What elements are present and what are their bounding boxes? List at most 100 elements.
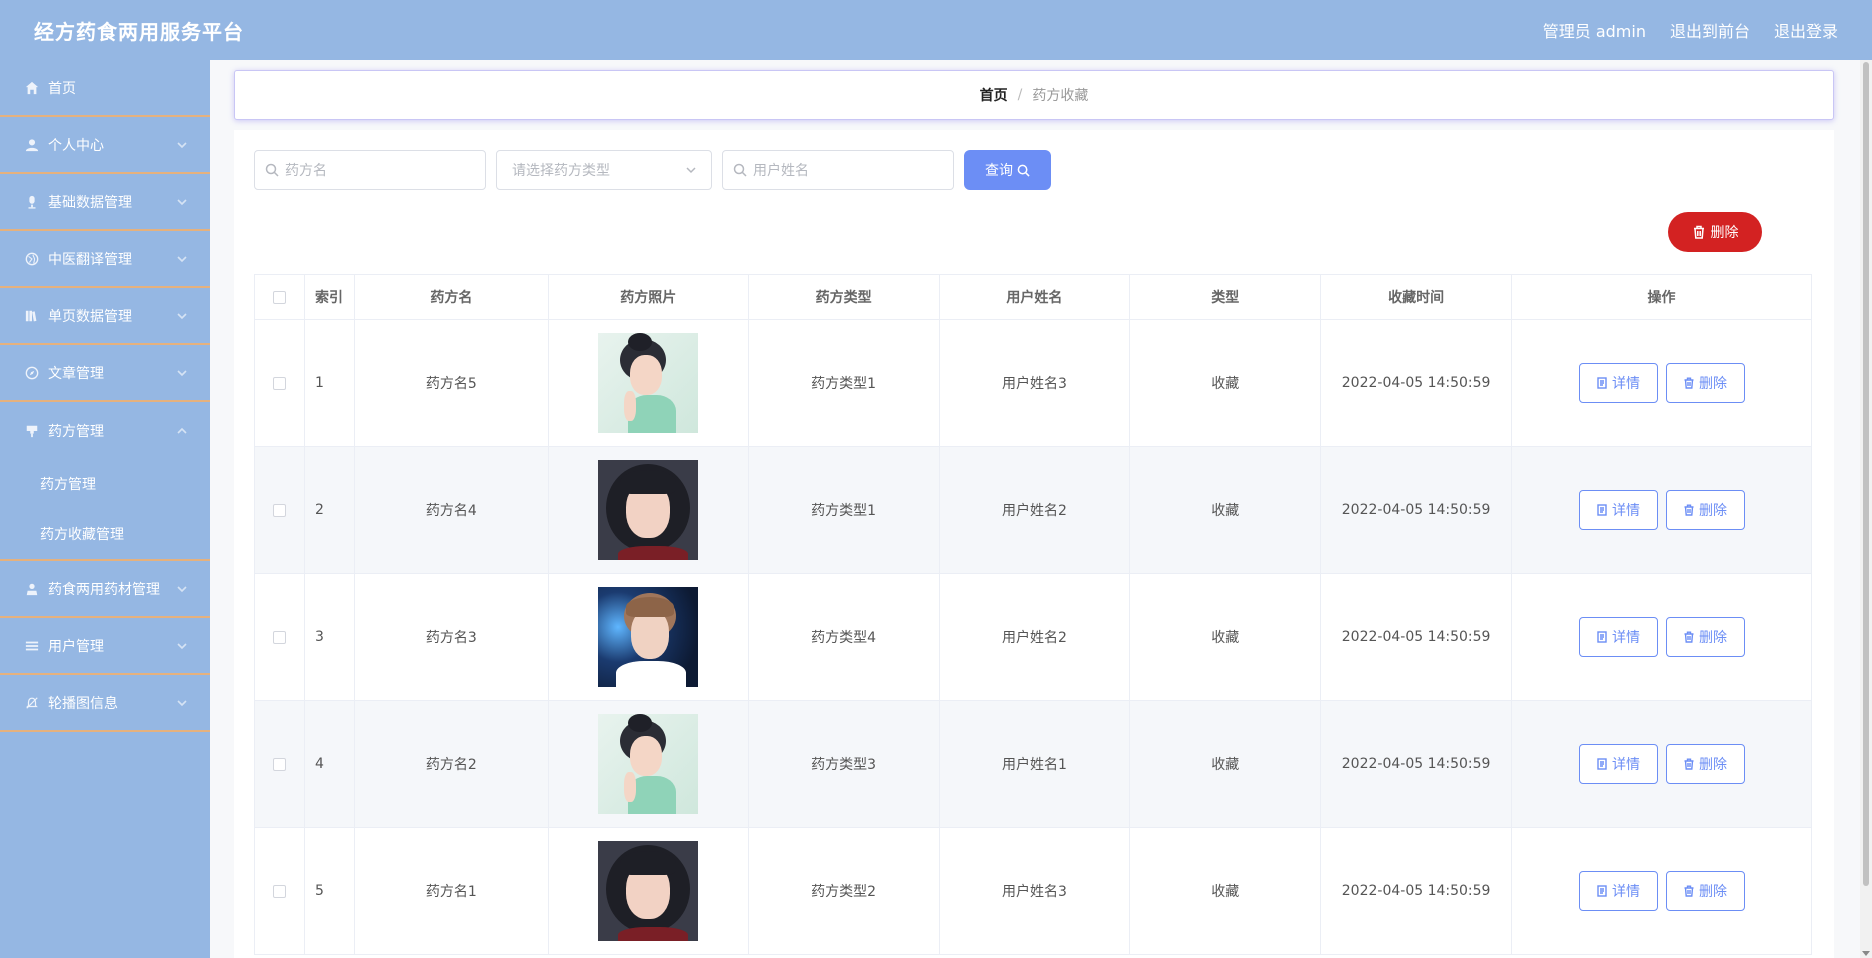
detail-button[interactable]: 详情 (1578, 363, 1658, 403)
search-icon (733, 163, 747, 177)
trash-icon (1684, 758, 1694, 770)
user-name-placeholder: 用户姓名 (753, 163, 809, 179)
app-title: 经方药食两用服务平台 (34, 19, 244, 44)
header-kind: 类型 (1129, 274, 1322, 320)
detail-button[interactable]: 详情 (1578, 490, 1658, 530)
document-icon (1597, 758, 1607, 770)
prescription-photo[interactable] (598, 460, 699, 560)
row-actions: 详情 删除 (1511, 700, 1812, 828)
row-index: 1 (303, 319, 355, 447)
detail-button[interactable]: 详情 (1578, 744, 1658, 784)
delete-button[interactable]: 删除 (1665, 363, 1745, 403)
batch-delete-button[interactable]: 删除 (1668, 212, 1762, 252)
sidebar-item-carousel[interactable]: 轮播图信息 (0, 675, 210, 732)
to-front-link[interactable]: 退出到前台 (1670, 18, 1750, 42)
submenu-item-favorites[interactable]: 药方收藏管理 (0, 509, 210, 559)
menu-icon (24, 638, 40, 654)
row-photo-cell (547, 319, 749, 447)
row-kind: 收藏 (1129, 319, 1322, 447)
prescription-name-input[interactable]: 药方名 (254, 150, 486, 190)
query-button-label: 查询 (985, 163, 1013, 179)
sidebar-item-users[interactable]: 用户管理 (0, 618, 210, 675)
chevron-down-icon (176, 367, 188, 379)
document-icon (1597, 885, 1607, 897)
user-name-input[interactable]: 用户姓名 (722, 150, 954, 190)
detail-button-label: 详情 (1612, 630, 1641, 646)
row-kind: 收藏 (1129, 700, 1322, 828)
header-type: 药方类型 (747, 274, 940, 320)
logout-link[interactable]: 退出登录 (1774, 18, 1838, 42)
row-checkbox[interactable] (272, 757, 286, 771)
row-index: 2 (303, 446, 355, 574)
row-kind: 收藏 (1129, 827, 1322, 955)
sidebar-item-label: 轮播图信息 (48, 695, 118, 712)
prescription-photo[interactable] (598, 714, 699, 814)
sidebar-item-prescription[interactable]: 药方管理 (0, 402, 210, 459)
row-checkbox[interactable] (272, 630, 286, 644)
row-user: 用户姓名3 (938, 319, 1131, 447)
sidebar-item-profile[interactable]: 个人中心 (0, 117, 210, 174)
sidebar-item-translation[interactable]: 中医翻译管理 (0, 231, 210, 288)
delete-button-label: 删除 (1699, 376, 1728, 392)
sidebar-item-single-page[interactable]: 单页数据管理 (0, 288, 210, 345)
delete-button[interactable]: 删除 (1665, 871, 1745, 911)
sidebar-item-label: 药食两用药材管理 (48, 581, 160, 598)
prescription-submenu: 药方管理 药方收藏管理 (0, 459, 210, 561)
header-time: 收藏时间 (1320, 274, 1513, 320)
header-index: 索引 (303, 274, 355, 320)
chevron-down-icon (686, 167, 696, 174)
row-checkbox[interactable] (272, 503, 286, 517)
row-kind: 收藏 (1129, 573, 1322, 701)
sidebar-item-basic-data[interactable]: 基础数据管理 (0, 174, 210, 231)
row-photo-cell (547, 827, 749, 955)
sidebar-item-label: 药方管理 (48, 423, 104, 440)
row-photo-cell (547, 446, 749, 574)
scroll-down-arrow-icon[interactable] (1862, 951, 1870, 956)
delete-button-label: 删除 (1699, 757, 1728, 773)
query-button[interactable]: 查询 (964, 150, 1051, 190)
admin-label: 管理员 admin (1542, 22, 1646, 41)
submenu-item-prescription[interactable]: 药方管理 (0, 459, 210, 509)
main-content: 首页 / 药方收藏 药方名 请选择药方类型 用户姓名 查询 删除 索引 药方名 … (210, 60, 1860, 958)
row-checkbox[interactable] (272, 376, 286, 390)
select-all-checkbox[interactable] (272, 290, 286, 304)
brush-icon (24, 423, 40, 439)
sidebar-item-herbs[interactable]: 药食两用药材管理 (0, 561, 210, 618)
prescription-photo[interactable] (598, 587, 699, 687)
breadcrumb-separator: / (1017, 87, 1023, 103)
row-select-cell (254, 827, 305, 955)
chevron-down-icon (176, 196, 188, 208)
trash-icon (1684, 631, 1694, 643)
header-actions: 管理员 admin 退出到前台 退出登录 (1543, 18, 1838, 42)
breadcrumb-home[interactable]: 首页 (980, 85, 1008, 105)
select-all-cell (254, 274, 305, 320)
page-scrollbar[interactable] (1860, 60, 1872, 958)
row-photo-cell (547, 573, 749, 701)
detail-button-label: 详情 (1612, 376, 1641, 392)
sidebar-item-label: 首页 (48, 80, 76, 97)
prescription-photo[interactable] (598, 333, 699, 433)
prescription-photo[interactable] (598, 841, 699, 941)
delete-button[interactable]: 删除 (1665, 744, 1745, 784)
delete-button[interactable]: 删除 (1665, 617, 1745, 657)
table-row: 4 药方名2 药方类型3 用户姓名1 收藏 2022-04-05 14:50:5… (254, 700, 1812, 828)
detail-button[interactable]: 详情 (1578, 871, 1658, 911)
row-type: 药方类型1 (747, 319, 940, 447)
mic-icon (24, 194, 40, 210)
delete-button-label: 删除 (1699, 630, 1728, 646)
sidebar-item-label: 用户管理 (48, 638, 104, 655)
sidebar-item-label: 文章管理 (48, 365, 104, 382)
scrollbar-thumb[interactable] (1863, 62, 1869, 886)
batch-delete-label: 删除 (1710, 225, 1739, 241)
row-type: 药方类型1 (747, 446, 940, 574)
detail-button[interactable]: 详情 (1578, 617, 1658, 657)
sidebar: 首页 个人中心 基础数据管理 中医翻译管理 单页数据管理 文章管理 药方管理 药… (0, 60, 210, 958)
row-checkbox[interactable] (272, 884, 286, 898)
chevron-down-icon (176, 253, 188, 265)
user-icon (24, 137, 40, 153)
sidebar-item-articles[interactable]: 文章管理 (0, 345, 210, 402)
prescription-type-select[interactable]: 请选择药方类型 (496, 150, 712, 190)
delete-button[interactable]: 删除 (1665, 490, 1745, 530)
table-row: 2 药方名4 药方类型1 用户姓名2 收藏 2022-04-05 14:50:5… (254, 446, 1812, 574)
sidebar-item-home[interactable]: 首页 (0, 60, 210, 117)
